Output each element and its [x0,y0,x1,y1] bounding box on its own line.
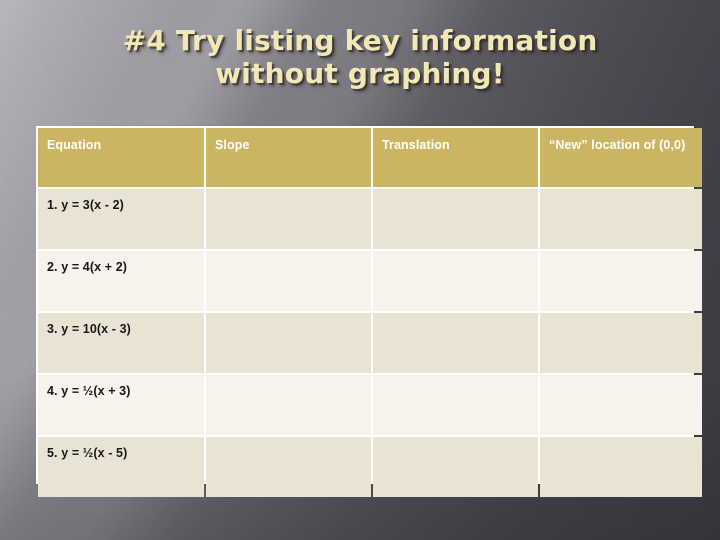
cell-equation: 5. y = ½(x - 5) [38,437,204,497]
cell-new-location[interactable] [540,375,702,435]
cell-translation[interactable] [373,189,538,249]
table-header-row: Equation Slope Translation “New” locatio… [38,128,702,187]
table-row: 2. y = 4(x + 2) [38,251,702,311]
table-row: 5. y = ½(x - 5) [38,437,702,497]
slide-title: #4 Try listing key information without g… [122,24,598,91]
cell-new-location[interactable] [540,313,702,373]
cell-new-location[interactable] [540,437,702,497]
cell-slope[interactable] [206,189,371,249]
cell-equation: 1. y = 3(x - 2) [38,189,204,249]
cell-translation[interactable] [373,437,538,497]
table-row: 4. y = ½(x + 3) [38,375,702,435]
column-header-translation: Translation [373,128,538,187]
cell-slope[interactable] [206,437,371,497]
cell-translation[interactable] [373,375,538,435]
equation-table-container: Equation Slope Translation “New” locatio… [36,126,702,497]
cell-slope[interactable] [206,375,371,435]
column-header-equation: Equation [38,128,204,187]
column-header-new-location: “New” location of (0,0) [540,128,702,187]
cell-new-location[interactable] [540,251,702,311]
cell-translation[interactable] [373,251,538,311]
column-header-slope: Slope [206,128,371,187]
cell-equation: 3. y = 10(x - 3) [38,313,204,373]
cell-equation: 2. y = 4(x + 2) [38,251,204,311]
equation-table: Equation Slope Translation “New” locatio… [36,126,704,499]
cell-translation[interactable] [373,313,538,373]
slide-canvas: #4 Try listing key information without g… [0,0,720,540]
table-row: 1. y = 3(x - 2) [38,189,702,249]
cell-equation: 4. y = ½(x + 3) [38,375,204,435]
table-row: 3. y = 10(x - 3) [38,313,702,373]
cell-slope[interactable] [206,251,371,311]
cell-slope[interactable] [206,313,371,373]
cell-new-location[interactable] [540,189,702,249]
